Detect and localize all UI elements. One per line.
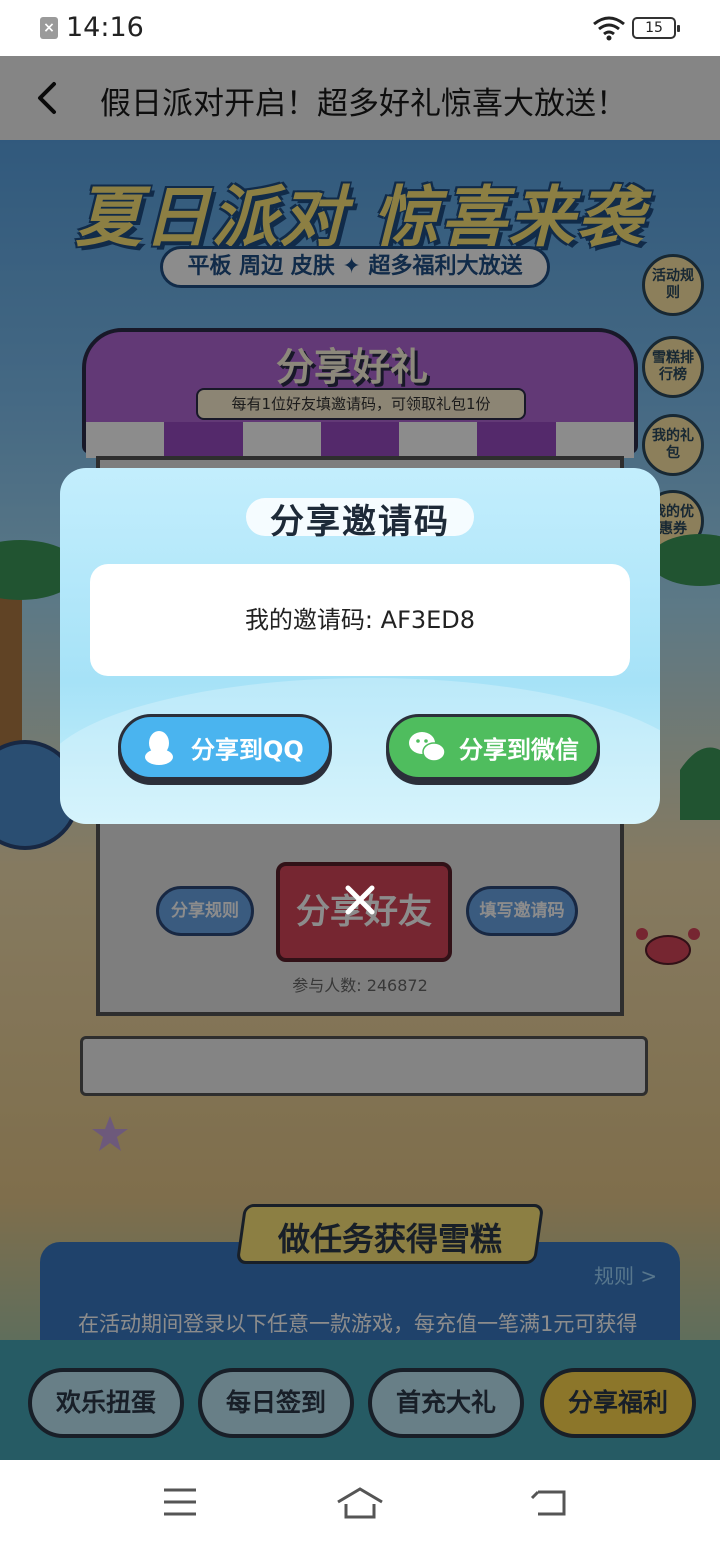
invite-code-display: 我的邀请码: AF3ED8	[90, 564, 630, 676]
share-qq-button[interactable]: 分享到QQ	[118, 714, 332, 780]
back-icon[interactable]	[530, 1486, 568, 1518]
home-icon[interactable]	[336, 1486, 384, 1520]
share-qq-label: 分享到QQ	[191, 735, 304, 764]
wifi-icon	[593, 16, 625, 41]
status-bar: × 14:16 15	[0, 0, 720, 56]
qq-penguin-icon	[145, 731, 173, 765]
dialog-title: 分享邀请码	[270, 502, 450, 542]
wechat-icon	[409, 732, 446, 762]
notification-icon: ×	[40, 17, 58, 39]
share-wechat-button[interactable]: 分享到微信	[386, 714, 600, 780]
menu-icon[interactable]	[162, 1486, 198, 1518]
system-nav-bar	[0, 1460, 720, 1544]
share-code-dialog: 分享邀请码 我的邀请码: AF3ED8 分享到QQ 分享到微信	[60, 468, 660, 824]
status-time: 14:16	[66, 12, 144, 43]
close-icon[interactable]	[334, 874, 386, 926]
battery-icon: 15	[632, 17, 680, 39]
share-wechat-label: 分享到微信	[459, 735, 579, 764]
